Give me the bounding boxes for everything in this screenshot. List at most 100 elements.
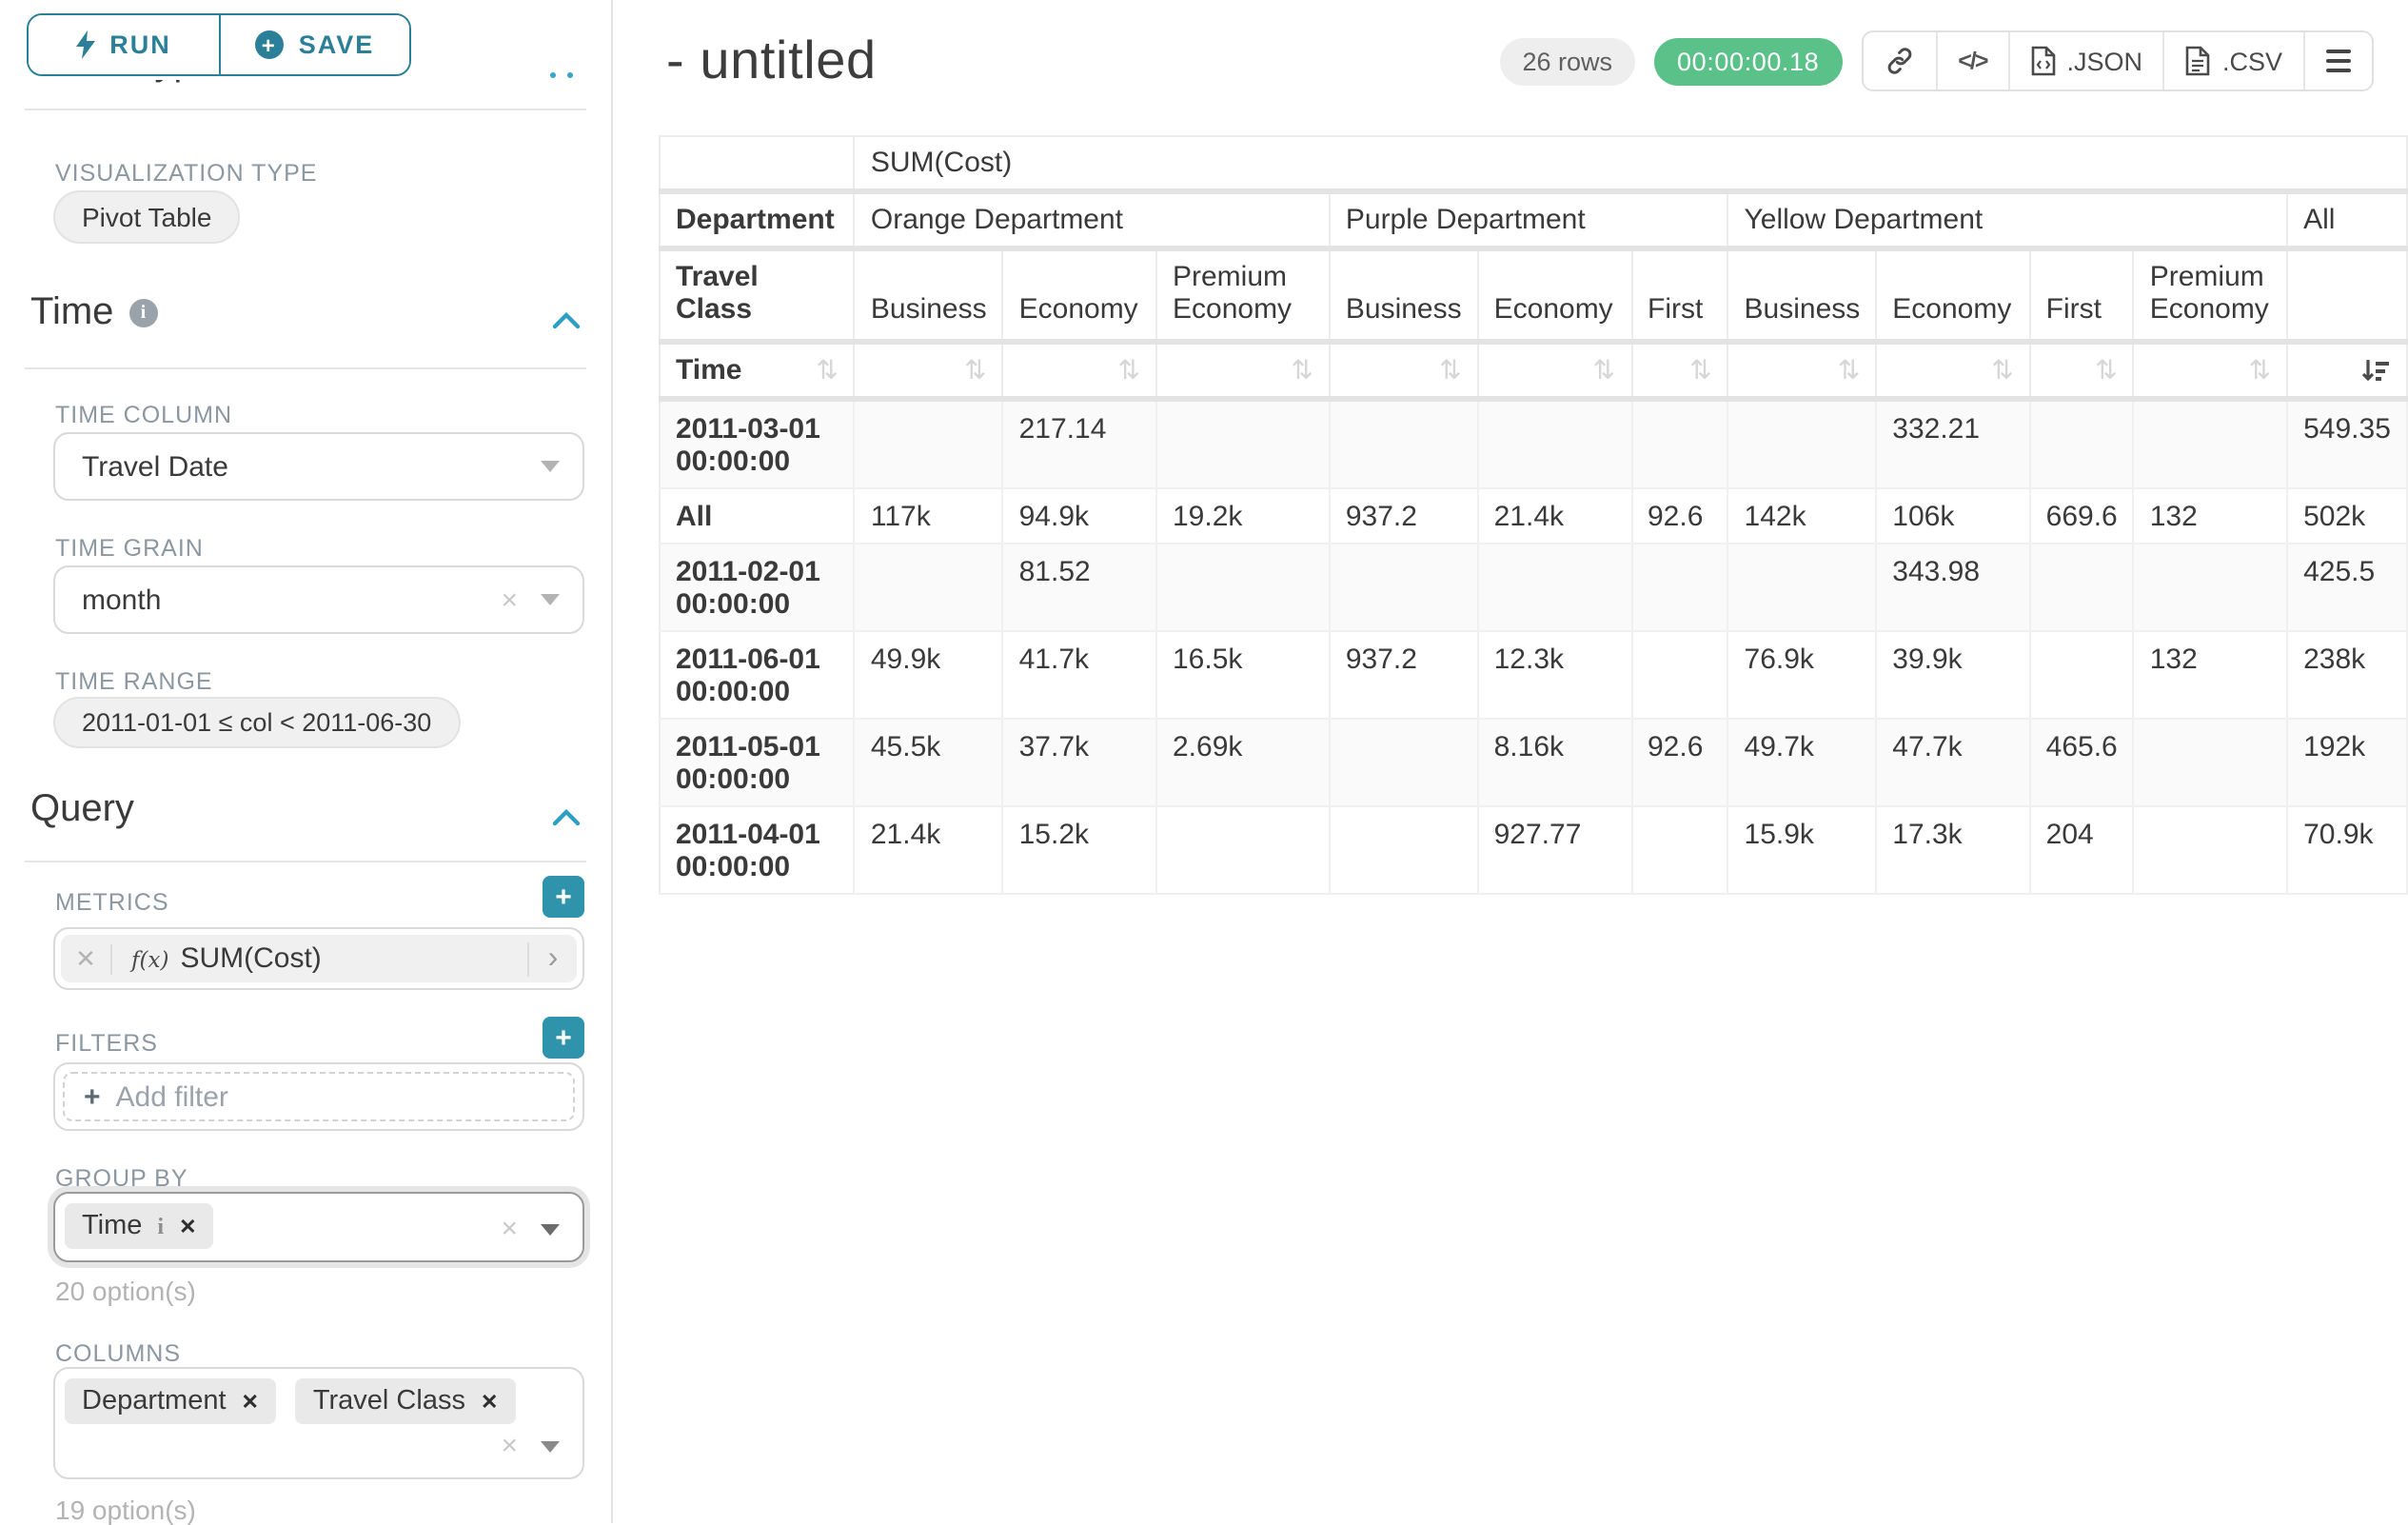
time-grain-label: TIME GRAIN [55,535,204,562]
row-label: 2011-02-01 00:00:00 [660,544,855,631]
info-icon: i [157,1212,164,1240]
visualization-type-pill[interactable]: Pivot Table [53,190,240,244]
clear-icon[interactable]: × [501,1432,518,1460]
time-row-header: Time [676,354,742,386]
metric-header: SUM(Cost) [855,136,2407,191]
column-group-header: All [2287,191,2407,248]
sortable-column-header[interactable]: ⇅ [1876,342,2029,399]
sort-icon: ⇅ [1494,354,1615,386]
remove-tag-icon[interactable]: ✕ [242,1389,259,1414]
export-json-button[interactable]: .JSON [2007,32,2163,89]
copy-link-button[interactable] [1863,32,1935,89]
value-cell [1330,399,1478,488]
sortable-column-header[interactable]: ⇅ [1156,342,1330,399]
add-filter-plus-button[interactable]: + [543,1017,584,1059]
sortable-column-header[interactable]: ⇅ [2134,342,2287,399]
value-cell: 132 [2134,488,2287,544]
value-cell: 465.6 [2030,719,2134,806]
row-label: 2011-05-01 00:00:00 [660,719,855,806]
columns-select[interactable]: Department ✕ Travel Class ✕ × [53,1367,584,1479]
value-cell: 332.21 [1876,399,2029,488]
menu-button[interactable] [2303,32,2372,89]
filters-control: + Add filter [53,1062,584,1131]
travel-class-dimension-header: Travel Class [660,248,855,342]
value-cell [1330,719,1478,806]
view-query-button[interactable]: </> [1935,32,2007,89]
group-by-select[interactable]: Time i ✕ × [53,1192,584,1262]
time-sortable-header[interactable]: Time ⇅ [660,342,855,399]
value-cell: 39.9k [1876,631,2029,719]
department-dimension-header: Department [660,191,855,248]
sortable-column-header[interactable]: ⇅ [2030,342,2134,399]
chevron-down-icon[interactable] [541,461,560,472]
value-cell: 41.7k [1003,631,1156,719]
save-button[interactable]: + SAVE [218,15,409,74]
sort-icon: ⇅ [1346,354,1462,386]
clear-icon[interactable]: × [501,1215,518,1243]
collapse-time-section-icon[interactable] [552,305,581,339]
file-code-icon [2030,46,2055,76]
value-cell: 502k [2287,488,2407,544]
plus-icon: + [84,1080,101,1113]
remove-tag-icon[interactable]: ✕ [481,1389,498,1414]
sortable-column-header[interactable] [2287,342,2407,399]
value-cell [1728,544,1877,631]
section-divider [25,861,586,862]
collapse-query-section-icon[interactable] [552,802,581,836]
hamburger-menu-icon [2326,50,2351,73]
bolt-icon [75,30,94,59]
sortable-column-header[interactable]: ⇅ [1728,342,1877,399]
chevron-right-icon[interactable]: › [527,941,577,976]
sort-icon: ⇅ [1648,354,1712,386]
query-section-heading: Query [30,788,134,832]
run-button[interactable]: RUN [29,15,218,74]
sortable-column-header[interactable]: ⇅ [855,342,1003,399]
value-cell: 19.2k [1156,488,1330,544]
group-by-label: GROUP BY [55,1165,188,1192]
sort-icon: ⇅ [816,354,838,386]
columns-tag-department[interactable]: Department ✕ [65,1378,276,1424]
value-cell [1478,544,1631,631]
sortable-column-header[interactable]: ⇅ [1478,342,1631,399]
pivot-table: SUM(Cost)DepartmentOrange DepartmentPurp… [659,135,2408,895]
value-cell [1330,806,1478,894]
sort-icon: ⇅ [1019,354,1140,386]
add-filter-button[interactable]: + Add filter [63,1072,575,1121]
info-icon: i [128,299,157,327]
chart-title[interactable]: - untitled [666,30,877,91]
travel-class-header: Premium Economy [2134,248,2287,342]
sortable-column-header[interactable]: ⇅ [1631,342,1728,399]
chevron-down-icon[interactable] [541,1440,560,1452]
row-label: 2011-03-01 00:00:00 [660,399,855,488]
value-cell: 17.3k [1876,806,2029,894]
chevron-down-icon[interactable] [541,594,560,605]
value-cell: 92.6 [1631,719,1728,806]
value-cell: 2.69k [1156,719,1330,806]
value-cell [2030,631,2134,719]
columns-tag-travel-class[interactable]: Travel Class ✕ [296,1378,516,1424]
travel-class-header: Economy [1003,248,1156,342]
remove-tag-icon[interactable]: ✕ [179,1214,196,1238]
sortable-column-header[interactable]: ⇅ [1330,342,1478,399]
superset-explore-view: Chart Type RUN + SAVE VISUALIZATION TYPE… [0,0,2408,1523]
group-by-tag-time[interactable]: Time i ✕ [65,1203,214,1249]
sort-icon: ⇅ [1745,354,1861,386]
time-grain-select[interactable]: month × [53,565,584,634]
export-csv-button[interactable]: .CSV [2163,32,2303,89]
value-cell: 76.9k [1728,631,1877,719]
value-cell [2134,719,2287,806]
clear-icon[interactable]: × [501,585,518,614]
value-cell [855,399,1003,488]
sortable-column-header[interactable]: ⇅ [1003,342,1156,399]
time-range-pill[interactable]: 2011-01-01 ≤ col < 2011-06-30 [53,697,460,748]
remove-metric-icon[interactable]: ✕ [61,943,112,974]
metric-pill[interactable]: ✕ f(x) SUM(Cost) › [61,935,577,982]
value-cell [2030,399,2134,488]
chevron-down-icon[interactable] [541,1223,560,1235]
value-cell [1631,399,1728,488]
add-metric-button[interactable]: + [543,876,584,918]
value-cell: 15.9k [1728,806,1877,894]
time-column-select[interactable]: Travel Date [53,432,584,501]
value-cell [2134,399,2287,488]
value-cell: 204 [2030,806,2134,894]
